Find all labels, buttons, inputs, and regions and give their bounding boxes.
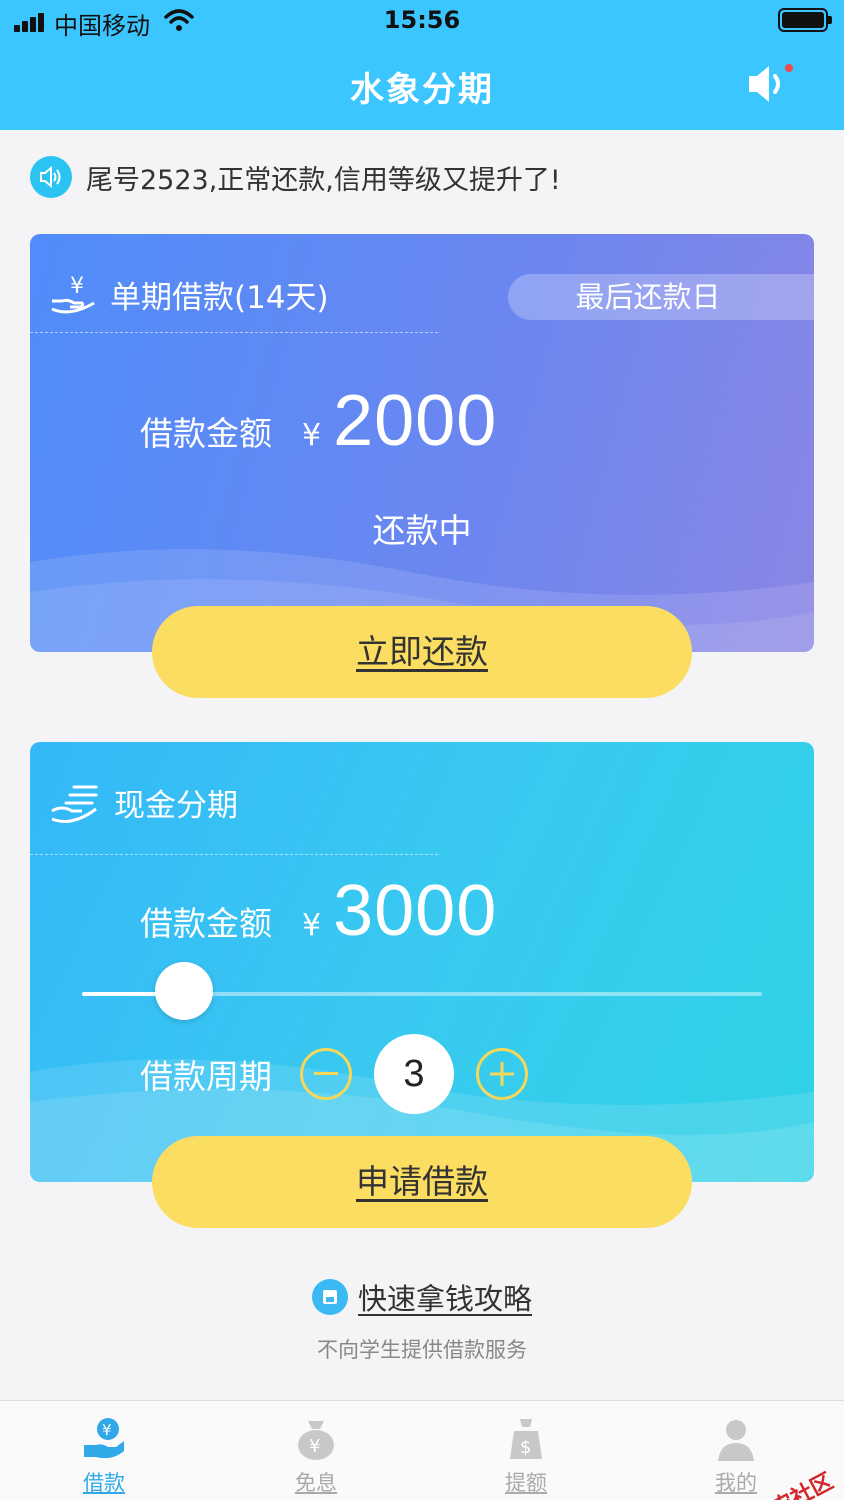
svg-text:¥: ¥ xyxy=(102,1421,112,1439)
tab-label: 借款 xyxy=(83,1471,125,1495)
app-header: 中国移动 15:56 水象分期 xyxy=(0,0,844,130)
clock: 15:56 xyxy=(383,6,461,34)
amount-label: 借款金额 xyxy=(140,414,272,453)
installment-card: 现金分期 借款金额 ¥ 3000 借款周期 3 xyxy=(30,742,814,1182)
tab-interest-free[interactable]: ¥ 免息 xyxy=(256,1401,376,1500)
quick-money-guide-link[interactable]: 快速拿钱攻略 xyxy=(312,1276,532,1318)
tab-raise-limit[interactable]: $ 提额 xyxy=(466,1401,586,1500)
bottom-tab-bar: ¥ 借款 ¥ 免息 $ 提额 我的 卡农社区 xyxy=(0,1400,844,1500)
battery-icon xyxy=(778,8,832,32)
minus-icon xyxy=(314,1072,338,1075)
amount-label: 借款金额 xyxy=(140,904,272,943)
single-loan-header: ¥ 单期借款(14天) xyxy=(50,272,329,317)
currency-symbol: ¥ xyxy=(302,908,322,943)
volume-icon xyxy=(30,156,72,198)
decrease-period-button[interactable] xyxy=(300,1048,352,1100)
divider xyxy=(30,332,438,333)
status-bar: 中国移动 15:56 xyxy=(0,0,844,44)
loan-amount-row: 借款金额 ¥ 2000 xyxy=(140,380,497,462)
svg-text:$: $ xyxy=(520,1437,531,1458)
money-bag-icon: ¥ xyxy=(298,1421,334,1460)
yen-hand-icon: ¥ xyxy=(51,274,95,313)
repayment-status: 还款中 xyxy=(372,511,472,550)
slider-thumb[interactable] xyxy=(155,962,213,1020)
notice-bar: 尾号2523,正常还款,信用等级又提升了! xyxy=(30,152,561,202)
tab-label: 免息 xyxy=(295,1471,337,1495)
currency-symbol: ¥ xyxy=(302,418,322,453)
increase-period-button[interactable] xyxy=(476,1048,528,1100)
single-loan-title: 单期借款(14天) xyxy=(110,280,329,316)
repay-now-button[interactable]: 立即还款 xyxy=(152,606,692,698)
divider xyxy=(30,854,438,855)
period-row: 借款周期 3 xyxy=(140,1034,528,1114)
single-loan-card: ¥ 单期借款(14天) 最后还款日 借款金额 ¥ 2000 还款中 xyxy=(30,234,814,652)
tab-label: 提额 xyxy=(505,1471,547,1495)
apply-loan-button[interactable]: 申请借款 xyxy=(152,1136,692,1228)
tab-loan[interactable]: ¥ 借款 xyxy=(44,1401,164,1500)
installment-title: 现金分期 xyxy=(114,788,238,824)
plus-icon xyxy=(490,1062,514,1086)
cash-hand-icon xyxy=(51,785,98,823)
installment-amount-row: 借款金额 ¥ 3000 xyxy=(140,870,497,952)
dollar-bag-icon: $ xyxy=(510,1419,542,1459)
user-icon xyxy=(718,1420,754,1461)
tab-mine[interactable]: 我的 xyxy=(676,1401,796,1500)
guide-text: 快速拿钱攻略 xyxy=(358,1282,533,1316)
period-value: 3 xyxy=(374,1034,454,1114)
page-title: 水象分期 xyxy=(350,70,494,110)
svg-text:¥: ¥ xyxy=(70,274,84,299)
period-label: 借款周期 xyxy=(140,1057,272,1096)
loan-icon: ¥ xyxy=(84,1418,124,1459)
notice-text: 尾号2523,正常还款,信用等级又提升了! xyxy=(86,164,561,196)
speaker-icon[interactable] xyxy=(745,62,793,106)
installment-header: 现金分期 xyxy=(50,780,238,825)
due-date-pill: 最后还款日 xyxy=(508,274,814,320)
svg-text:¥: ¥ xyxy=(309,1436,320,1457)
book-icon xyxy=(312,1279,348,1315)
installment-amount: 3000 xyxy=(333,871,498,951)
disclaimer: 不向学生提供借款服务 xyxy=(317,1338,527,1362)
loan-amount: 2000 xyxy=(333,381,498,461)
